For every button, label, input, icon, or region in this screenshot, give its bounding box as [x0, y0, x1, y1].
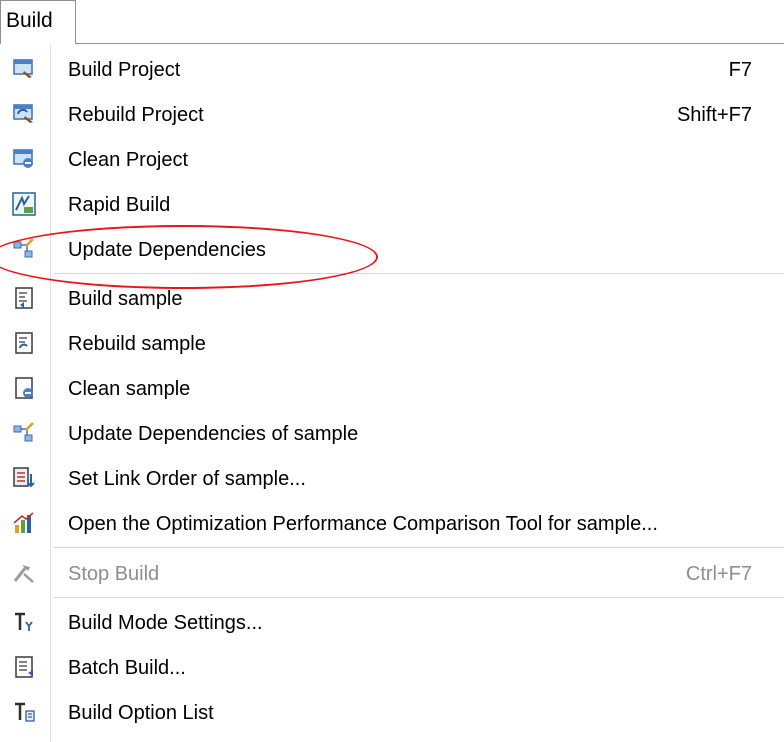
link-order-icon — [13, 467, 35, 488]
menu-item-label: Update Dependencies — [68, 239, 266, 261]
menu-item-build-mode-settings[interactable]: Build Mode Settings... — [0, 601, 784, 645]
menu-item-set-link-order[interactable]: Set Link Order of sample... — [0, 457, 784, 501]
menu-item-stop-build: Stop Build Ctrl+F7 — [0, 552, 784, 596]
menu-item-clean-project[interactable]: Clean Project — [0, 138, 784, 182]
clean-sample-icon — [15, 377, 33, 399]
menu-item-label: Clean Project — [68, 149, 189, 171]
batch-build-icon — [15, 656, 33, 678]
bar-chart-icon — [13, 512, 34, 533]
stop-build-icon — [13, 565, 34, 583]
menu-item-label: Rebuild sample — [68, 333, 206, 355]
menu-item-label: Open the Optimization Performance Compar… — [68, 513, 658, 535]
build-project-icon — [13, 59, 33, 78]
menu-separator — [54, 597, 784, 598]
build-sample-icon — [15, 287, 33, 309]
menu-item-label: Batch Build... — [68, 657, 186, 679]
menu-item-label: Set Link Order of sample... — [68, 468, 306, 490]
menu-item-label: Stop Build — [68, 563, 160, 585]
menu-item-label: Build Mode Settings... — [68, 612, 263, 634]
shortcut-label: F7 — [728, 59, 752, 81]
menu-item-clean-sample[interactable]: Clean sample — [0, 367, 784, 411]
menu-separator — [54, 273, 784, 274]
rapid-build-icon — [12, 192, 36, 216]
menu-item-label: Update Dependencies of sample — [68, 423, 359, 445]
menu-item-rebuild-sample[interactable]: Rebuild sample — [0, 322, 784, 366]
menu-item-label: Clean sample — [68, 378, 191, 400]
menu-item-label: Build Project — [68, 59, 181, 81]
clean-project-icon — [13, 149, 33, 168]
menu-item-rapid-build[interactable]: Rapid Build — [0, 183, 784, 227]
update-dependencies-icon — [13, 238, 34, 258]
menu-item-rebuild-project[interactable]: Rebuild Project Shift+F7 — [0, 93, 784, 137]
menu-item-label: Rapid Build — [68, 194, 171, 216]
build-menu-dropdown: Build Project F7 Rebuild Project Shift+F… — [0, 43, 784, 742]
menu-item-batch-build[interactable]: Batch Build... — [0, 646, 784, 690]
menu-item-build-project[interactable]: Build Project F7 — [0, 48, 784, 92]
menu-item-build-option-list[interactable]: Build Option List — [0, 691, 784, 735]
build-option-list-icon — [15, 702, 35, 722]
build-mode-icon — [15, 612, 33, 631]
menu-item-build-sample[interactable]: Build sample — [0, 277, 784, 321]
menu-item-update-dependencies-sample[interactable]: Update Dependencies of sample — [0, 412, 784, 456]
menu-separator — [54, 547, 784, 548]
menu-item-label: Build Option List — [68, 702, 214, 724]
menu-build-label: Build — [6, 9, 53, 32]
rebuild-project-icon — [13, 104, 33, 123]
menu-item-optimization-comparison-tool[interactable]: Open the Optimization Performance Compar… — [0, 502, 784, 546]
menu-build[interactable]: Build — [0, 0, 76, 44]
rebuild-sample-icon — [15, 332, 33, 354]
shortcut-label: Ctrl+F7 — [685, 563, 752, 585]
update-dependencies-sample-icon — [13, 422, 34, 442]
menu-item-label: Rebuild Project — [68, 104, 204, 126]
menu-item-update-dependencies[interactable]: Update Dependencies — [0, 228, 784, 272]
shortcut-label: Shift+F7 — [676, 104, 752, 126]
menu-item-label: Build sample — [68, 288, 183, 310]
